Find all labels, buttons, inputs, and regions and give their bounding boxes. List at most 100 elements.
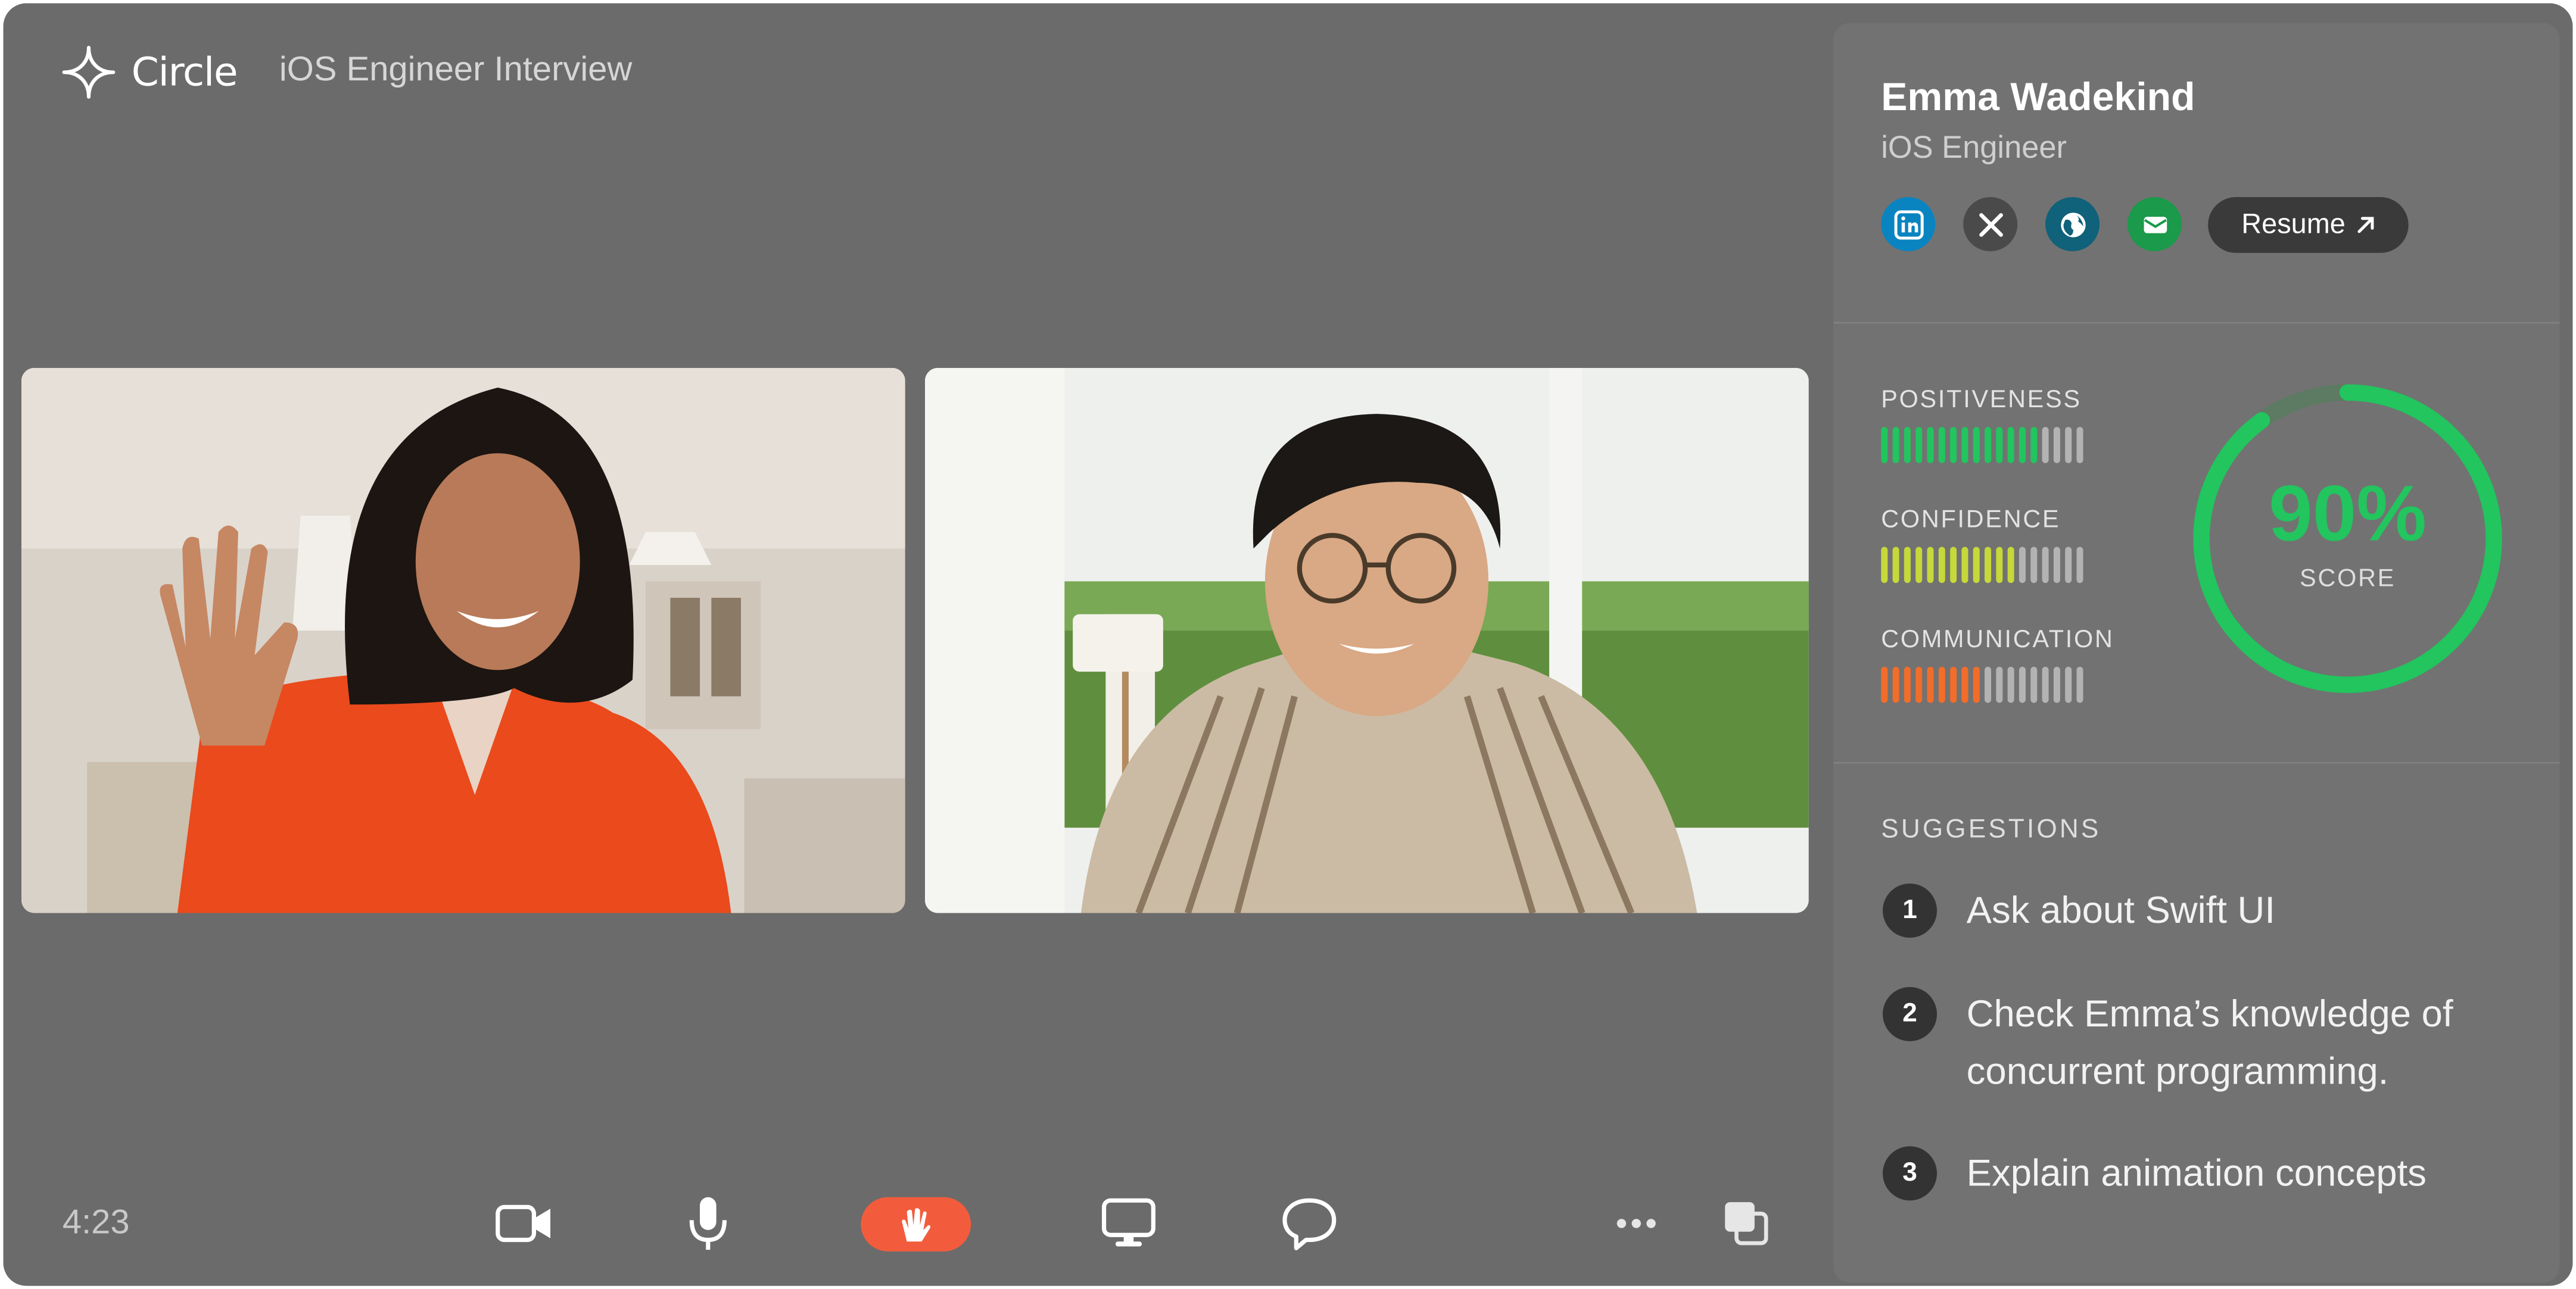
metric-segment [2030,666,2038,703]
suggestion-number: 1 [1883,883,1938,938]
metric-segment [2042,666,2049,703]
metric-segment [2076,427,2083,463]
metric-segment [1961,666,1968,703]
metric-segment [1881,547,1888,583]
score-label: SCORE [2300,564,2396,593]
suggestion-text: Check Emma’s knowledge of concurrent pro… [1966,992,2453,1093]
meeting-title: iOS Engineer Interview [279,51,633,89]
metric-segment [2030,547,2038,583]
circle-logo-icon [62,45,116,99]
metric-segment [2019,427,2026,463]
metric-segment [1938,666,1945,703]
candidate-name: Emma Wadekind [1881,75,2195,120]
suggestion-text: Explain animation concepts [1966,1151,2427,1194]
metric-segment [1892,427,1899,463]
metric-segment [2053,666,2060,703]
metric-segment [1881,427,1888,463]
metric-bars-positiveness [1881,427,2083,463]
metric-label-confidence: CONFIDENCE [1881,505,2061,534]
metric-segment [1950,427,1957,463]
metric-segment [1904,427,1911,463]
metric-segment [1892,666,1899,703]
video-camera-icon [496,1204,551,1243]
metric-segment [1904,547,1911,583]
metric-segment [1881,666,1888,703]
metric-segment [1927,427,1934,463]
metric-segment [1985,427,1992,463]
layout-toggle-button[interactable] [1717,1193,1776,1255]
metric-segment [1927,547,1934,583]
metric-segment [1950,666,1957,703]
metric-segment [1915,666,1923,703]
metric-segment [1927,666,1934,703]
metric-segment [1892,547,1899,583]
video-tile-man[interactable] [924,367,1809,913]
metric-segment [2030,427,2038,463]
divider [1833,322,2560,324]
suggestion-number: 3 [1883,1146,1938,1201]
metric-segment [1985,666,1992,703]
metric-segment [2007,547,2014,583]
x-profile-button[interactable] [1963,196,2018,252]
chat-button[interactable] [1278,1193,1341,1255]
metric-segment [1961,427,1968,463]
resume-label: Resume [2241,208,2346,240]
metric-segment [2019,547,2026,583]
layout-icon [1725,1202,1768,1246]
call-timer: 4:23 [62,1203,130,1242]
microphone-icon [689,1197,727,1250]
divider [1833,761,2560,764]
metric-segment [1985,547,1992,583]
metric-segment [1996,427,2003,463]
metric-segment [2076,666,2083,703]
linkedin-button[interactable] [1881,196,1936,252]
metric-segment [2007,666,2014,703]
brand-name: Circle [131,49,238,95]
globe-icon [2060,211,2085,237]
metric-segment [1915,427,1923,463]
video-toggle-button[interactable] [493,1193,555,1255]
metric-segment [1973,666,1980,703]
suggestion-text: Ask about Swift UI [1966,888,2276,931]
more-icon [1616,1219,1656,1228]
metric-bars-confidence [1881,547,2083,583]
metric-segment [1904,666,1911,703]
metric-segment [2076,547,2083,583]
metric-segment [1915,547,1923,583]
metric-segment [2042,427,2049,463]
metric-segment [1996,547,2003,583]
chat-icon [1282,1198,1337,1250]
email-button[interactable] [2127,196,2182,252]
metric-segment [2007,427,2014,463]
screen-share-button[interactable] [1098,1193,1160,1255]
meeting-window: Circle iOS Engineer Interview 4:23 Emma … [3,3,2573,1286]
candidate-role: iOS Engineer [1881,131,2067,166]
mic-toggle-button[interactable] [680,1193,736,1255]
metric-segment [2065,427,2072,463]
x-icon [1978,212,2002,236]
metric-segment [1950,547,1957,583]
score-value: 90% [2269,471,2427,558]
metric-segment [1973,547,1980,583]
metric-segment [2065,666,2072,703]
metric-segment [1973,427,1980,463]
metric-segment [2042,547,2049,583]
external-link-icon [2357,217,2373,233]
website-button[interactable] [2045,196,2100,252]
screen-share-icon [1101,1198,1155,1247]
more-options-button[interactable] [1610,1193,1662,1255]
raise-hand-icon [901,1207,930,1241]
suggestions-title: SUGGESTIONS [1881,816,2101,844]
candidate-panel: Emma Wadekind iOS Engineer Resume POSITI… [1833,23,2560,1283]
video-tile-woman[interactable] [21,367,905,913]
email-icon [2143,216,2166,233]
metric-segment [2065,547,2072,583]
metric-label-communication: COMMUNICATION [1881,625,2114,654]
resume-button[interactable]: Resume [2208,196,2409,253]
suggestion-number: 2 [1883,987,1938,1041]
metric-segment [1938,427,1945,463]
metric-segment [1938,547,1945,583]
brand: Circle [59,43,238,102]
raise-hand-button[interactable] [861,1197,971,1251]
metric-segment [1961,547,1968,583]
